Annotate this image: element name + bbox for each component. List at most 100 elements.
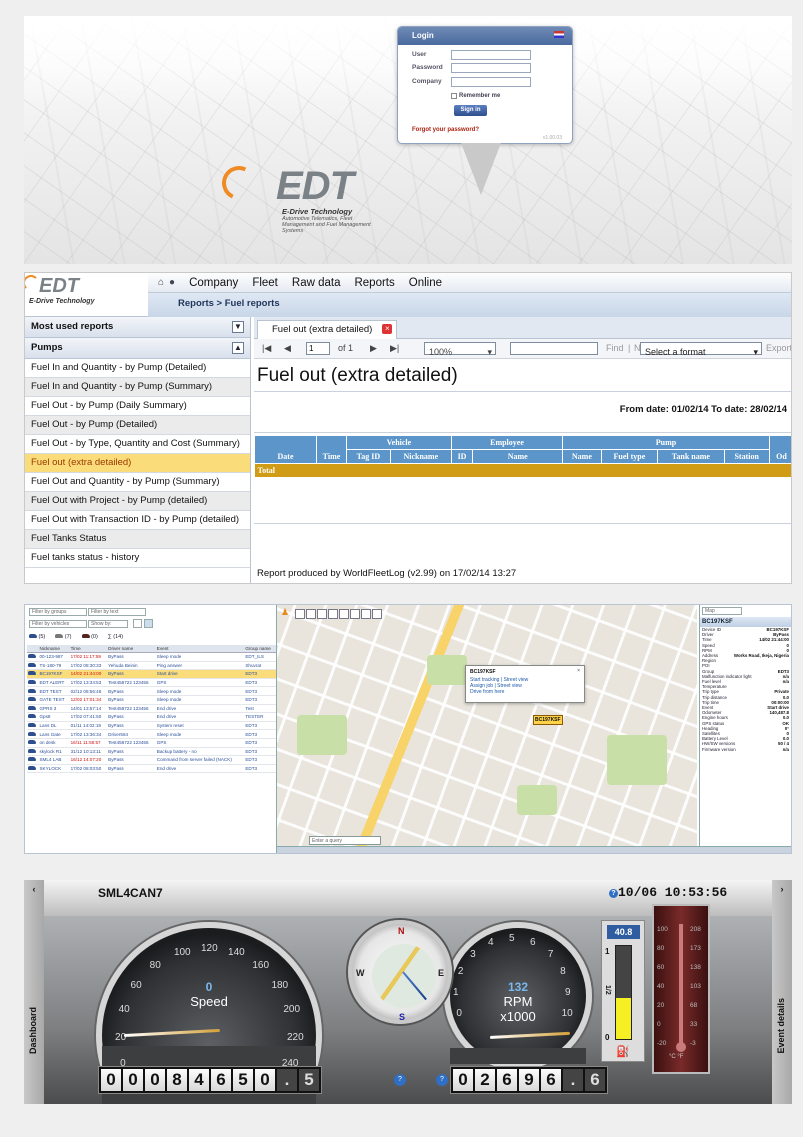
prev-page-icon[interactable]: ◀ <box>284 343 291 354</box>
vehicle-row[interactable]: Gps8 17/02 07:41:50 ByPass End drive TESTER <box>27 712 276 722</box>
info-icon[interactable]: ? <box>609 889 618 898</box>
layers-icon[interactable] <box>339 609 349 619</box>
cell-driver[interactable]: ByPass <box>107 712 156 722</box>
cell-driver[interactable]: Driver564 <box>107 729 156 739</box>
find-input[interactable] <box>510 342 598 355</box>
language-flag-icon[interactable] <box>554 31 564 38</box>
col-driver[interactable]: Driver name <box>107 645 156 653</box>
report-item[interactable]: Fuel Out and Quantity - by Pump (Summary… <box>25 473 250 492</box>
chevron-left-icon[interactable]: ‹ <box>24 880 44 894</box>
cell-nickname[interactable]: Lans DL <box>38 721 70 731</box>
cell-nickname[interactable]: 00-123-987 <box>38 652 70 662</box>
report-item[interactable]: Fuel In and Quantity - by Pump (Detailed… <box>25 359 250 378</box>
report-item[interactable]: Fuel tanks status - history <box>25 549 250 568</box>
export-link[interactable]: Export <box>766 343 791 353</box>
cell-driver[interactable]: ByPass <box>107 695 156 705</box>
map-view[interactable]: ♟ BC197KSF Start tracking | Street view … <box>277 605 697 853</box>
cell-nickname[interactable]: GATE TEST <box>38 695 70 705</box>
find-link[interactable]: Find <box>606 343 624 353</box>
draw-icon[interactable] <box>372 609 382 619</box>
event-details-toggle[interactable]: › Event details <box>772 880 792 1104</box>
last-page-icon[interactable]: ▶| <box>390 343 399 354</box>
cell-nickname[interactable]: skylock R1 <box>38 747 70 757</box>
accordion-most-used[interactable]: Most used reports ▼ <box>25 317 250 338</box>
vehicle-row[interactable]: on desk 16/11 11:58:57 Test458722 123456 GP… <box>27 738 276 748</box>
vehicle-filter-select[interactable]: Filter by vehicles <box>29 620 87 628</box>
menu-fleet[interactable]: Fleet <box>252 277 278 289</box>
vehicle-row[interactable]: 00-123-987 17/02 11:17:59 ByPass Sleep mode… <box>27 652 276 662</box>
street-view-icon[interactable]: ♟ <box>281 607 289 618</box>
grid-icon[interactable] <box>133 619 142 628</box>
report-item[interactable]: Fuel Tanks Status <box>25 530 250 549</box>
popup-link-drive[interactable]: Drive from here <box>470 689 580 695</box>
dashboard-sidebar-toggle[interactable]: ‹ Dashboard <box>24 880 44 1104</box>
cell-nickname[interactable]: GPRS 3 <box>38 704 70 714</box>
map-type-select[interactable]: Map <box>702 607 742 615</box>
close-icon[interactable]: × <box>382 324 393 334</box>
tab-fuel-out[interactable]: Fuel out (extra detailed) × <box>257 320 398 339</box>
vehicle-row[interactable]: BC197KSF 14/02 21:44:00 ByPass Start drive E… <box>27 669 276 679</box>
col-event[interactable]: Event <box>155 645 245 653</box>
measure-icon[interactable] <box>317 609 327 619</box>
close-icon[interactable]: × <box>577 668 580 674</box>
menu-reports[interactable]: Reports <box>354 277 394 289</box>
vehicle-row[interactable]: TS-180-79 17/02 08:30:33 Yehuda Beinin Ping… <box>27 661 276 671</box>
col-time[interactable]: Time <box>69 645 108 653</box>
report-item-selected[interactable]: Fuel out (extra detailed) <box>25 454 250 473</box>
cell-driver[interactable]: ByPass <box>107 652 156 662</box>
print-icon[interactable] <box>350 609 360 619</box>
map-icon[interactable] <box>144 619 153 628</box>
next-page-icon[interactable]: ▶ <box>370 343 377 354</box>
user-input[interactable] <box>451 50 531 60</box>
expand-icon[interactable]: ▼ <box>232 321 244 333</box>
company-input[interactable] <box>451 77 531 87</box>
report-item[interactable]: Fuel Out - by Type, Quantity and Cost (S… <box>25 435 250 454</box>
odometer-info-icon[interactable]: ? <box>394 1074 406 1086</box>
text-filter-input[interactable]: Filter by text <box>88 608 146 616</box>
vehicle-row[interactable]: EDT ALERT 17/02 13:34:53 Test458722 123456… <box>27 678 276 688</box>
map-query-input[interactable]: Enter a query <box>309 836 381 845</box>
cell-driver[interactable]: ByPass <box>107 686 156 696</box>
vehicle-row[interactable]: GPRS 3 14/01 13:57:14 Test458722 123456 End… <box>27 704 276 714</box>
zoom-box-icon[interactable] <box>306 609 316 619</box>
vehicle-row[interactable]: Lans Gate 17/02 13:36:34 Driver564 Sleep mo… <box>27 729 276 739</box>
vehicle-row[interactable]: SKYLOCK 17/02 08:03:50 ByPass End drive EDT3 <box>27 764 276 774</box>
count-off[interactable]: (0) <box>81 634 98 640</box>
remember-me-checkbox[interactable]: Remember me <box>451 93 500 99</box>
chevron-right-icon[interactable]: › <box>772 880 792 894</box>
cell-driver[interactable]: Test458722 123456 <box>107 738 156 748</box>
cell-driver[interactable]: ByPass <box>107 747 156 757</box>
report-item[interactable]: Fuel Out with Transaction ID - by Pump (… <box>25 511 250 530</box>
cell-nickname[interactable]: SKYLOCK <box>38 764 70 774</box>
poi-icon[interactable] <box>328 609 338 619</box>
password-input[interactable] <box>451 63 531 73</box>
ruler-icon[interactable] <box>361 609 371 619</box>
report-item[interactable]: Fuel In and Quantity - by Pump (Summary) <box>25 378 250 397</box>
count-idle[interactable]: (7) <box>55 634 72 640</box>
sign-in-button[interactable]: Sign in <box>454 105 487 116</box>
report-item[interactable]: Fuel Out - by Pump (Detailed) <box>25 416 250 435</box>
group-filter-select[interactable]: Filter by groups <box>29 608 87 616</box>
vehicle-row[interactable]: SML4 LAB 16/12 14:07:20 ByPass Command from… <box>27 755 276 765</box>
menu-company[interactable]: Company <box>189 277 238 289</box>
col-nickname[interactable]: Nickname <box>38 645 70 653</box>
cell-nickname[interactable]: TS-180-79 <box>38 661 70 671</box>
collapse-icon[interactable]: ▲ <box>232 342 244 354</box>
cell-driver[interactable]: Test458722 123456 <box>107 704 156 714</box>
vehicle-row[interactable]: EDT TEST 02/12 08:56:46 ByPass Sleep mode ED… <box>27 686 276 696</box>
cell-nickname[interactable]: Lans Gate <box>38 729 70 739</box>
cell-nickname[interactable]: EDT ALERT <box>38 678 70 688</box>
col-group[interactable]: Group name <box>244 645 276 653</box>
page-input[interactable] <box>306 342 330 355</box>
cell-nickname[interactable]: BC197KSF <box>38 669 70 679</box>
first-page-icon[interactable]: |◀ <box>262 343 271 354</box>
vehicle-row[interactable]: GATE TEST 12/02 17:01:34 ByPass Sleep mode E… <box>27 695 276 705</box>
format-select[interactable]: Select a format ▾ <box>640 342 762 357</box>
menu-raw-data[interactable]: Raw data <box>292 277 341 289</box>
cell-driver[interactable]: ByPass <box>107 669 156 679</box>
engine-hours-info-icon[interactable]: ? <box>436 1074 448 1086</box>
zoom-select[interactable]: 100% ▾ <box>424 342 496 357</box>
vehicle-marker[interactable]: BC197KSF <box>533 715 563 725</box>
forgot-password-link[interactable]: Forgot your password? <box>412 127 479 133</box>
vehicle-row[interactable]: skylock R1 31/12 10:13:11 ByPass Backup bat… <box>27 747 276 757</box>
